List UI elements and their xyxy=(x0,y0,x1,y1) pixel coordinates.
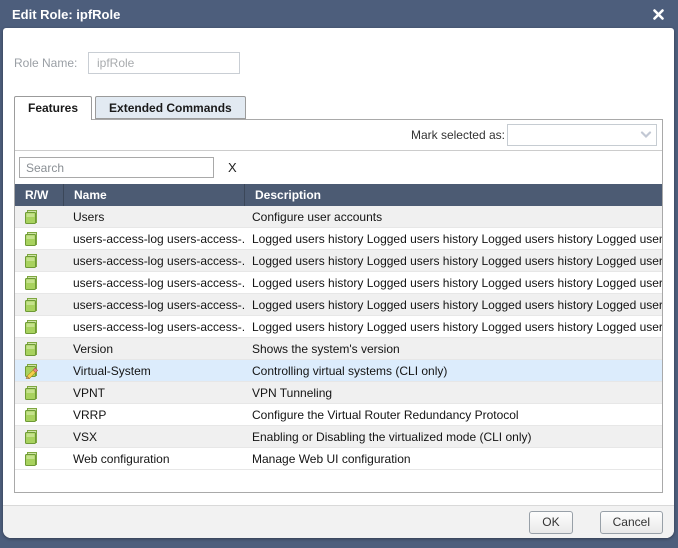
row-name: Virtual-System xyxy=(63,364,244,378)
row-name: users-access-log users-access-... xyxy=(63,254,244,268)
read-icon xyxy=(23,297,39,313)
row-name: Web configuration xyxy=(63,452,244,466)
row-description: VPN Tunneling xyxy=(244,386,662,400)
row-rw-cell xyxy=(15,407,63,423)
row-name: VRRP xyxy=(63,408,244,422)
table-row[interactable]: VPNTVPN Tunneling xyxy=(15,382,662,404)
row-rw-cell xyxy=(15,451,63,467)
panel-toolbar: Mark selected as: xyxy=(15,120,662,151)
clear-search-button[interactable]: X xyxy=(228,160,237,175)
table-row[interactable]: Virtual-SystemControlling virtual system… xyxy=(15,360,662,382)
row-name: users-access-log users-access-... xyxy=(63,232,244,246)
row-description: Configure user accounts xyxy=(244,210,662,224)
row-rw-cell xyxy=(15,275,63,291)
row-description: Manage Web UI configuration xyxy=(244,452,662,466)
row-description: Logged users history Logged users histor… xyxy=(244,276,662,290)
row-rw-cell xyxy=(15,385,63,401)
table-row[interactable]: VRRPConfigure the Virtual Router Redunda… xyxy=(15,404,662,426)
row-description: Configure the Virtual Router Redundancy … xyxy=(244,408,662,422)
row-name: Version xyxy=(63,342,244,356)
close-icon xyxy=(653,9,664,20)
row-name: VSX xyxy=(63,430,244,444)
role-name-label: Role Name: xyxy=(14,56,88,70)
row-description: Logged users history Logged users histor… xyxy=(244,298,662,312)
ok-button[interactable]: OK xyxy=(529,511,572,534)
column-header-description[interactable]: Description xyxy=(244,184,662,206)
read-icon xyxy=(23,407,39,423)
table-row[interactable]: users-access-log users-access-...Logged … xyxy=(15,294,662,316)
table-body: UsersConfigure user accounts users-acces… xyxy=(15,206,662,492)
tab-features[interactable]: Features xyxy=(14,96,92,120)
read-icon xyxy=(23,385,39,401)
search-input[interactable] xyxy=(19,157,214,178)
role-name-input[interactable] xyxy=(88,52,240,74)
row-rw-cell xyxy=(15,363,63,379)
mark-selected-dropdown[interactable] xyxy=(507,124,657,146)
table-row[interactable]: users-access-log users-access-...Logged … xyxy=(15,272,662,294)
row-description: Enabling or Disabling the virtualized mo… xyxy=(244,430,662,444)
dialog-titlebar: Edit Role: ipfRole xyxy=(0,0,678,28)
table-row[interactable]: UsersConfigure user accounts xyxy=(15,206,662,228)
row-rw-cell xyxy=(15,231,63,247)
row-rw-cell xyxy=(15,297,63,313)
close-button[interactable] xyxy=(651,7,666,22)
row-description: Logged users history Logged users histor… xyxy=(244,320,662,334)
row-description: Shows the system's version xyxy=(244,342,662,356)
table-row[interactable]: users-access-log users-access-...Logged … xyxy=(15,228,662,250)
table-row[interactable]: users-access-log users-access-...Logged … xyxy=(15,250,662,272)
search-row: X xyxy=(15,151,662,184)
table-row[interactable]: users-access-log users-access-...Logged … xyxy=(15,316,662,338)
row-rw-cell xyxy=(15,429,63,445)
read-icon xyxy=(23,451,39,467)
read-icon xyxy=(23,209,39,225)
row-rw-cell xyxy=(15,253,63,269)
tab-bar: Features Extended Commands xyxy=(14,96,663,119)
row-description: Logged users history Logged users histor… xyxy=(244,232,662,246)
table-row[interactable]: Web configurationManage Web UI configura… xyxy=(15,448,662,470)
row-name: users-access-log users-access-... xyxy=(63,320,244,334)
chevron-down-icon xyxy=(640,131,652,139)
read-icon xyxy=(23,341,39,357)
read-write-icon xyxy=(23,363,39,379)
table-header: R/W Name Description xyxy=(15,184,662,206)
read-icon xyxy=(23,275,39,291)
read-icon xyxy=(23,253,39,269)
table-row[interactable]: VSXEnabling or Disabling the virtualized… xyxy=(15,426,662,448)
row-rw-cell xyxy=(15,319,63,335)
read-icon xyxy=(23,429,39,445)
dialog-title: Edit Role: ipfRole xyxy=(12,7,120,22)
row-description: Controlling virtual systems (CLI only) xyxy=(244,364,662,378)
row-rw-cell xyxy=(15,341,63,357)
dialog-footer: OK Cancel xyxy=(3,505,674,538)
column-header-rw[interactable]: R/W xyxy=(15,184,63,206)
edit-role-dialog: Role Name: Features Extended Commands Ma… xyxy=(3,28,674,538)
row-name: Users xyxy=(63,210,244,224)
cancel-button[interactable]: Cancel xyxy=(600,511,663,534)
row-name: users-access-log users-access-... xyxy=(63,298,244,312)
row-rw-cell xyxy=(15,209,63,225)
mark-selected-label: Mark selected as: xyxy=(411,128,505,142)
read-icon xyxy=(23,319,39,335)
read-icon xyxy=(23,231,39,247)
features-panel: Mark selected as: X R/W Name Description xyxy=(14,119,663,493)
row-description: Logged users history Logged users histor… xyxy=(244,254,662,268)
row-name: users-access-log users-access-... xyxy=(63,276,244,290)
row-name: VPNT xyxy=(63,386,244,400)
table-row[interactable]: VersionShows the system's version xyxy=(15,338,662,360)
tab-extended-commands[interactable]: Extended Commands xyxy=(95,96,246,119)
column-header-name[interactable]: Name xyxy=(63,184,244,206)
